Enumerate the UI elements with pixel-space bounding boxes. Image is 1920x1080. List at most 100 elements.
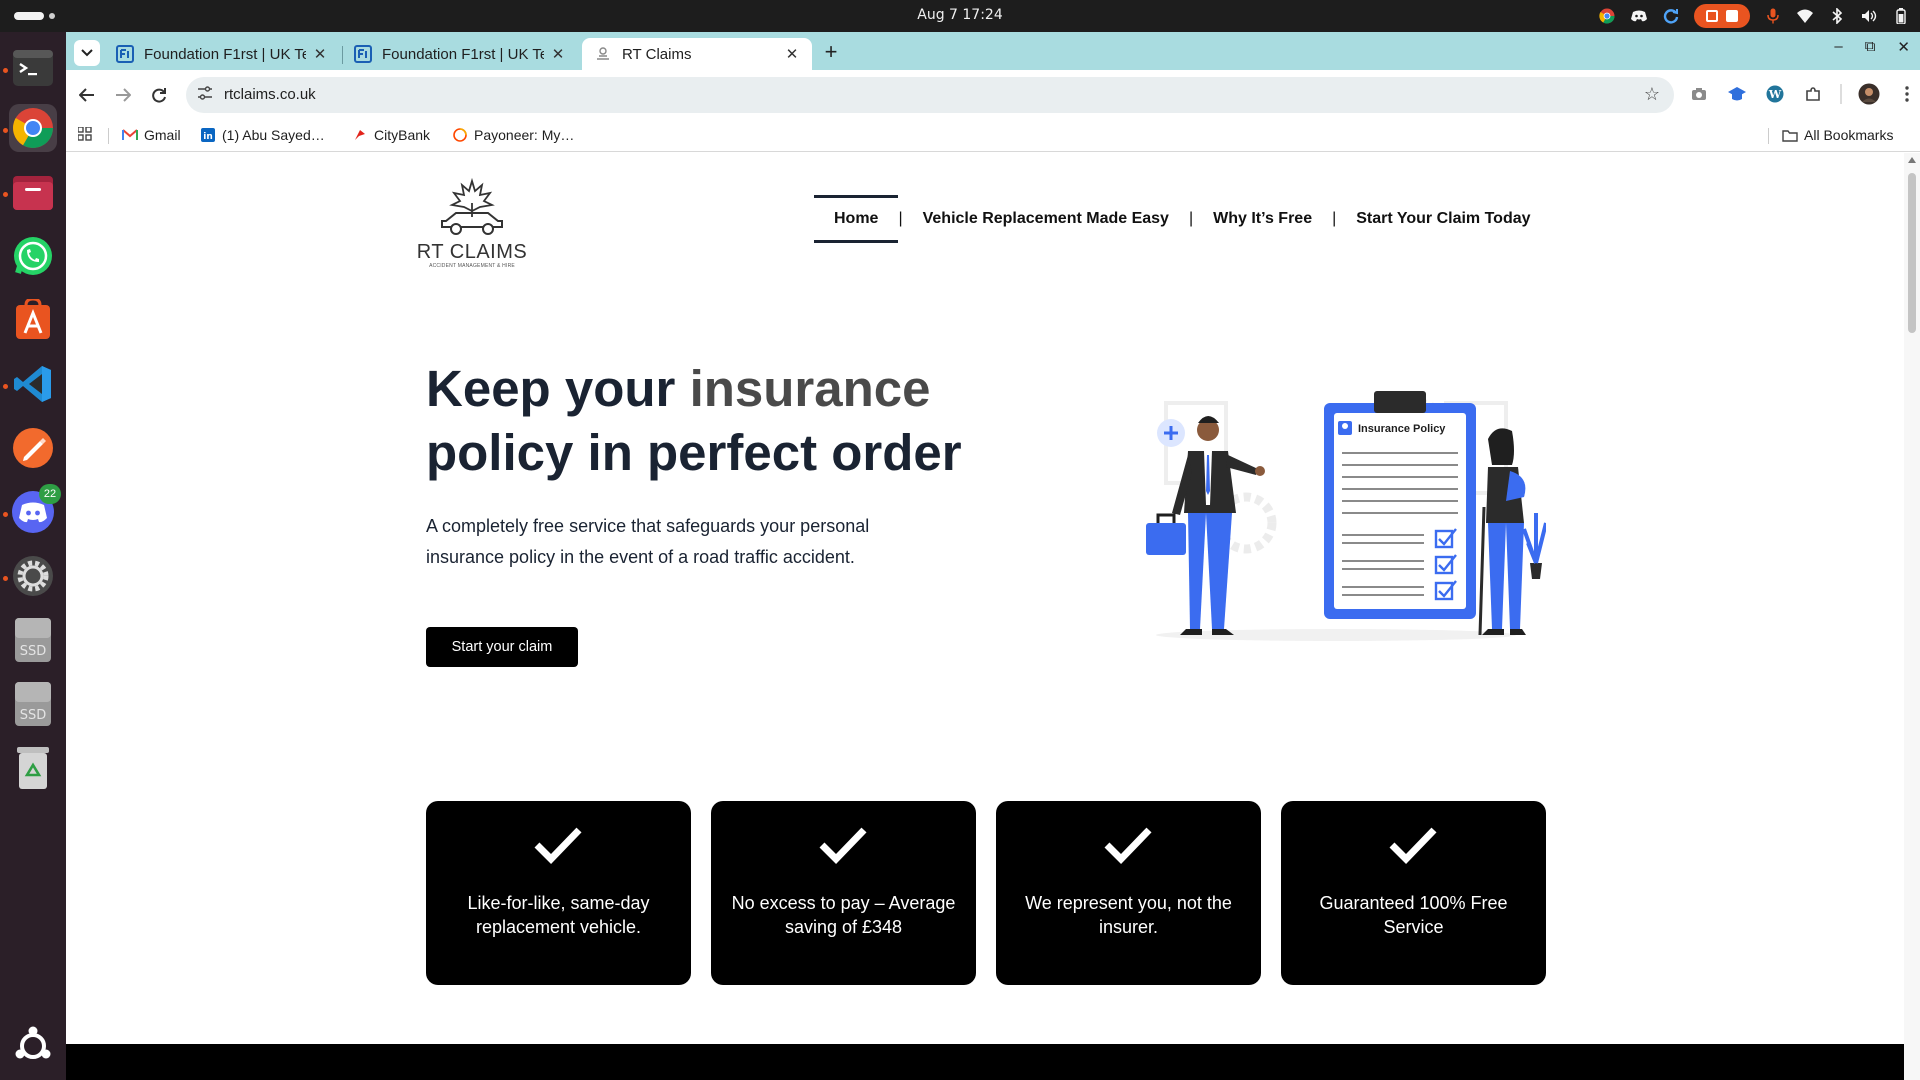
back-button[interactable] — [74, 82, 100, 108]
ssd-drive-icon[interactable]: SSD — [9, 616, 57, 664]
toolbar-divider — [1840, 84, 1842, 104]
browser-tab-active[interactable]: RT Claims ✕ — [582, 38, 812, 70]
feature-text: No excess to pay – Average saving of £34… — [731, 893, 956, 937]
all-bookmarks-folder[interactable]: All Bookmarks — [1782, 127, 1893, 143]
bookmark-gmail[interactable]: Gmail — [122, 127, 181, 143]
hero-title-accent: insurance — [689, 360, 931, 417]
pen-app-icon[interactable] — [9, 424, 57, 472]
terminal-running-indicator — [3, 68, 8, 73]
trash-icon[interactable] — [9, 744, 57, 792]
app-center-icon[interactable] — [9, 296, 57, 344]
bookmarks-bar: Gmail in (1) Abu Sayed… CityBank Payonee… — [66, 120, 1920, 152]
address-bar[interactable]: rtclaims.co.uk ☆ — [186, 77, 1674, 113]
nav-vehicle-replacement[interactable]: Vehicle Replacement Made Easy — [903, 195, 1189, 243]
scroll-up-arrow-icon[interactable] — [1908, 157, 1916, 163]
wordpress-extension-icon[interactable]: W — [1764, 83, 1786, 105]
window-controls: – ⧉ ✕ — [1834, 38, 1910, 56]
payoneer-icon — [452, 127, 468, 143]
tab-title: Foundation F1rst | UK Te — [144, 45, 306, 63]
tab-title: Foundation F1rst | UK Te — [382, 45, 544, 63]
brand-tagline: ACCIDENT MANAGEMENT & HIRE — [429, 263, 515, 269]
svg-text:W: W — [1768, 88, 1782, 101]
wifi-icon[interactable] — [1796, 7, 1814, 25]
close-tab-icon[interactable]: ✕ — [784, 45, 800, 63]
terminal-app-icon[interactable] — [9, 44, 57, 92]
checkmark-icon — [534, 827, 582, 864]
vscode-running-indicator — [3, 384, 8, 389]
graduation-extension-icon[interactable] — [1726, 83, 1748, 105]
scrollbar-thumb[interactable] — [1908, 173, 1916, 333]
checkmark-icon — [1389, 827, 1437, 864]
nav-why-its-free[interactable]: Why It’s Free — [1193, 195, 1332, 243]
forward-button[interactable] — [110, 82, 136, 108]
feature-card: Guaranteed 100% Free Service — [1281, 801, 1546, 985]
browser-tab-strip: Foundation F1rst | UK Te ✕ Foundation F1… — [66, 32, 1920, 70]
folder-icon — [1782, 127, 1798, 143]
discord-tray-icon[interactable] — [1630, 7, 1648, 25]
foundation-favicon-icon — [354, 45, 372, 63]
show-apps-button[interactable] — [9, 1022, 57, 1070]
nav-start-claim[interactable]: Start Your Claim Today — [1336, 195, 1550, 243]
extensions-area: W — [1688, 83, 1918, 105]
maple-leaf-car-logo-icon — [441, 177, 503, 235]
tab-search-button[interactable] — [74, 40, 100, 66]
settings-app-icon[interactable] — [9, 552, 57, 600]
site-logo[interactable]: RT CLAIMS ACCIDENT MANAGEMENT & HIRE — [416, 177, 528, 269]
bookmark-label: CityBank — [374, 127, 431, 143]
close-tab-icon[interactable]: ✕ — [550, 45, 566, 63]
browser-toolbar: rtclaims.co.uk ☆ W — [66, 70, 1920, 120]
files-app-icon[interactable] — [9, 168, 57, 216]
apps-grid-icon[interactable] — [78, 127, 92, 141]
chrome-running-indicator — [3, 128, 8, 133]
foundation-favicon-icon — [116, 45, 134, 63]
files-running-indicator — [3, 192, 8, 197]
minimize-icon[interactable]: – — [1834, 38, 1842, 56]
new-tab-button[interactable]: + — [818, 39, 844, 65]
rtclaims-favicon-icon — [597, 47, 609, 60]
battery-icon[interactable] — [1892, 7, 1910, 25]
profile-avatar[interactable] — [1858, 83, 1880, 105]
system-tray — [1598, 4, 1910, 28]
bookmark-label: Payoneer: My… — [474, 127, 575, 143]
bookmark-linkedin[interactable]: in (1) Abu Sayed… — [200, 127, 325, 143]
reload-button[interactable] — [146, 82, 172, 108]
feature-card: We represent you, not the insurer. — [996, 801, 1261, 985]
browser-menu-icon[interactable] — [1896, 83, 1918, 105]
extensions-puzzle-icon[interactable] — [1802, 83, 1824, 105]
microphone-icon[interactable] — [1764, 7, 1782, 25]
url-text[interactable]: rtclaims.co.uk — [224, 86, 316, 103]
nav-home[interactable]: Home — [814, 195, 899, 243]
screenshot-extension-icon[interactable] — [1688, 83, 1710, 105]
start-claim-button[interactable]: Start your claim — [426, 627, 578, 667]
bookmarks-divider — [1768, 128, 1769, 144]
chrome-tray-icon[interactable] — [1598, 7, 1616, 25]
site-info-icon[interactable] — [196, 86, 214, 104]
volume-icon[interactable] — [1860, 7, 1878, 25]
bluetooth-icon[interactable] — [1828, 7, 1846, 25]
site-navigation: Home | Vehicle Replacement Made Easy | W… — [814, 195, 1551, 243]
bookmarks-divider — [108, 128, 109, 144]
settings-running-indicator — [3, 576, 8, 581]
discord-app-icon[interactable]: 22 — [9, 484, 61, 536]
bookmark-citybank[interactable]: CityBank — [352, 127, 430, 143]
close-window-icon[interactable]: ✕ — [1897, 38, 1910, 56]
bookmark-star-icon[interactable]: ☆ — [1644, 84, 1660, 105]
bookmark-payoneer[interactable]: Payoneer: My… — [452, 127, 574, 143]
browser-tab[interactable]: Foundation F1rst | UK Te ✕ — [104, 38, 340, 70]
sync-tray-icon[interactable] — [1662, 7, 1680, 25]
whatsapp-app-icon[interactable] — [9, 232, 57, 280]
chrome-app-icon[interactable] — [9, 104, 57, 152]
discord-unread-badge: 22 — [39, 484, 61, 504]
ssd-drive-icon-2[interactable]: SSD — [9, 680, 57, 728]
feature-text: Like-for-like, same-day replacement vehi… — [467, 893, 650, 937]
vscode-app-icon[interactable] — [9, 360, 57, 408]
screen-recording-indicator[interactable] — [1694, 4, 1750, 28]
page-scrollbar[interactable] — [1904, 153, 1920, 1080]
feature-card: No excess to pay – Average saving of £34… — [711, 801, 976, 985]
bookmark-label: (1) Abu Sayed… — [222, 127, 325, 143]
feature-text: Guaranteed 100% Free Service — [1319, 893, 1508, 937]
maximize-icon[interactable]: ⧉ — [1865, 38, 1876, 56]
ssd-label: SSD — [20, 708, 47, 723]
close-tab-icon[interactable]: ✕ — [312, 45, 328, 63]
browser-tab[interactable]: Foundation F1rst | UK Te ✕ — [342, 38, 578, 70]
